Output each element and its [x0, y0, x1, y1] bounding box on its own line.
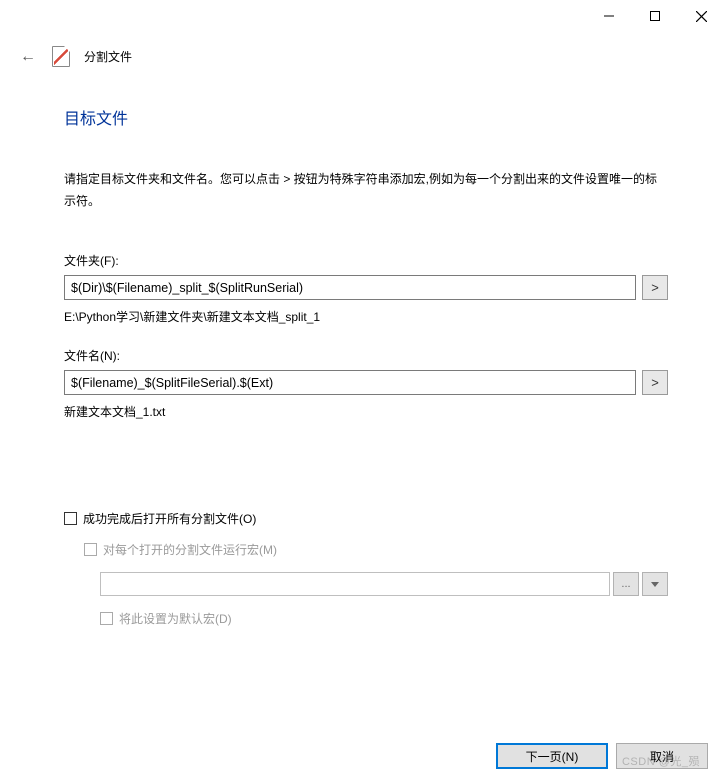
filename-input[interactable]: [64, 370, 636, 395]
close-button[interactable]: [678, 0, 724, 32]
checkbox-icon: [84, 543, 97, 556]
window-title: 分割文件: [84, 48, 132, 65]
folder-macro-button[interactable]: >: [642, 275, 668, 300]
set-default-checkbox-row: 将此设置为默认宏(D): [100, 610, 668, 627]
folder-preview: E:\Python学习\新建文件夹\新建文本文档_split_1: [64, 308, 668, 325]
open-after-label: 成功完成后打开所有分割文件(O): [83, 510, 256, 527]
filename-preview: 新建文本文档_1.txt: [64, 403, 668, 420]
content: 目标文件 请指定目标文件夹和文件名。您可以点击 > 按钮为特殊字符串添加宏,例如…: [0, 75, 724, 627]
footer: 下一页(N) 取消: [496, 743, 708, 769]
set-default-label: 将此设置为默认宏(D): [119, 610, 232, 627]
run-macro-label: 对每个打开的分割文件运行宏(M): [103, 541, 277, 558]
folder-input[interactable]: [64, 275, 636, 300]
macro-combo-input: [100, 572, 610, 596]
chevron-down-icon: [651, 582, 659, 587]
folder-label: 文件夹(F):: [64, 252, 668, 269]
page-title: 目标文件: [64, 105, 668, 129]
checkbox-icon[interactable]: [64, 512, 77, 525]
minimize-button[interactable]: [586, 0, 632, 32]
run-macro-checkbox-row: 对每个打开的分割文件运行宏(M): [84, 541, 668, 558]
filename-macro-button[interactable]: >: [642, 370, 668, 395]
macro-dropdown-button[interactable]: [642, 572, 668, 596]
instructions-text: 请指定目标文件夹和文件名。您可以点击 > 按钮为特殊字符串添加宏,例如为每一个分…: [64, 169, 668, 212]
back-arrow-icon[interactable]: ←: [18, 48, 38, 66]
next-button[interactable]: 下一页(N): [496, 743, 608, 769]
folder-field: 文件夹(F): > E:\Python学习\新建文件夹\新建文本文档_split…: [64, 252, 668, 325]
header: ← 分割文件: [0, 32, 724, 75]
options-section: 成功完成后打开所有分割文件(O) 对每个打开的分割文件运行宏(M) ... 将此…: [64, 510, 668, 627]
macro-browse-button[interactable]: ...: [613, 572, 639, 596]
filename-field: 文件名(N): > 新建文本文档_1.txt: [64, 347, 668, 420]
checkbox-icon: [100, 612, 113, 625]
filename-label: 文件名(N):: [64, 347, 668, 364]
open-after-checkbox-row[interactable]: 成功完成后打开所有分割文件(O): [64, 510, 668, 527]
app-icon: [52, 46, 70, 67]
titlebar: [0, 0, 724, 32]
cancel-button[interactable]: 取消: [616, 743, 708, 769]
macro-combo-row: ...: [100, 572, 668, 596]
maximize-button[interactable]: [632, 0, 678, 32]
